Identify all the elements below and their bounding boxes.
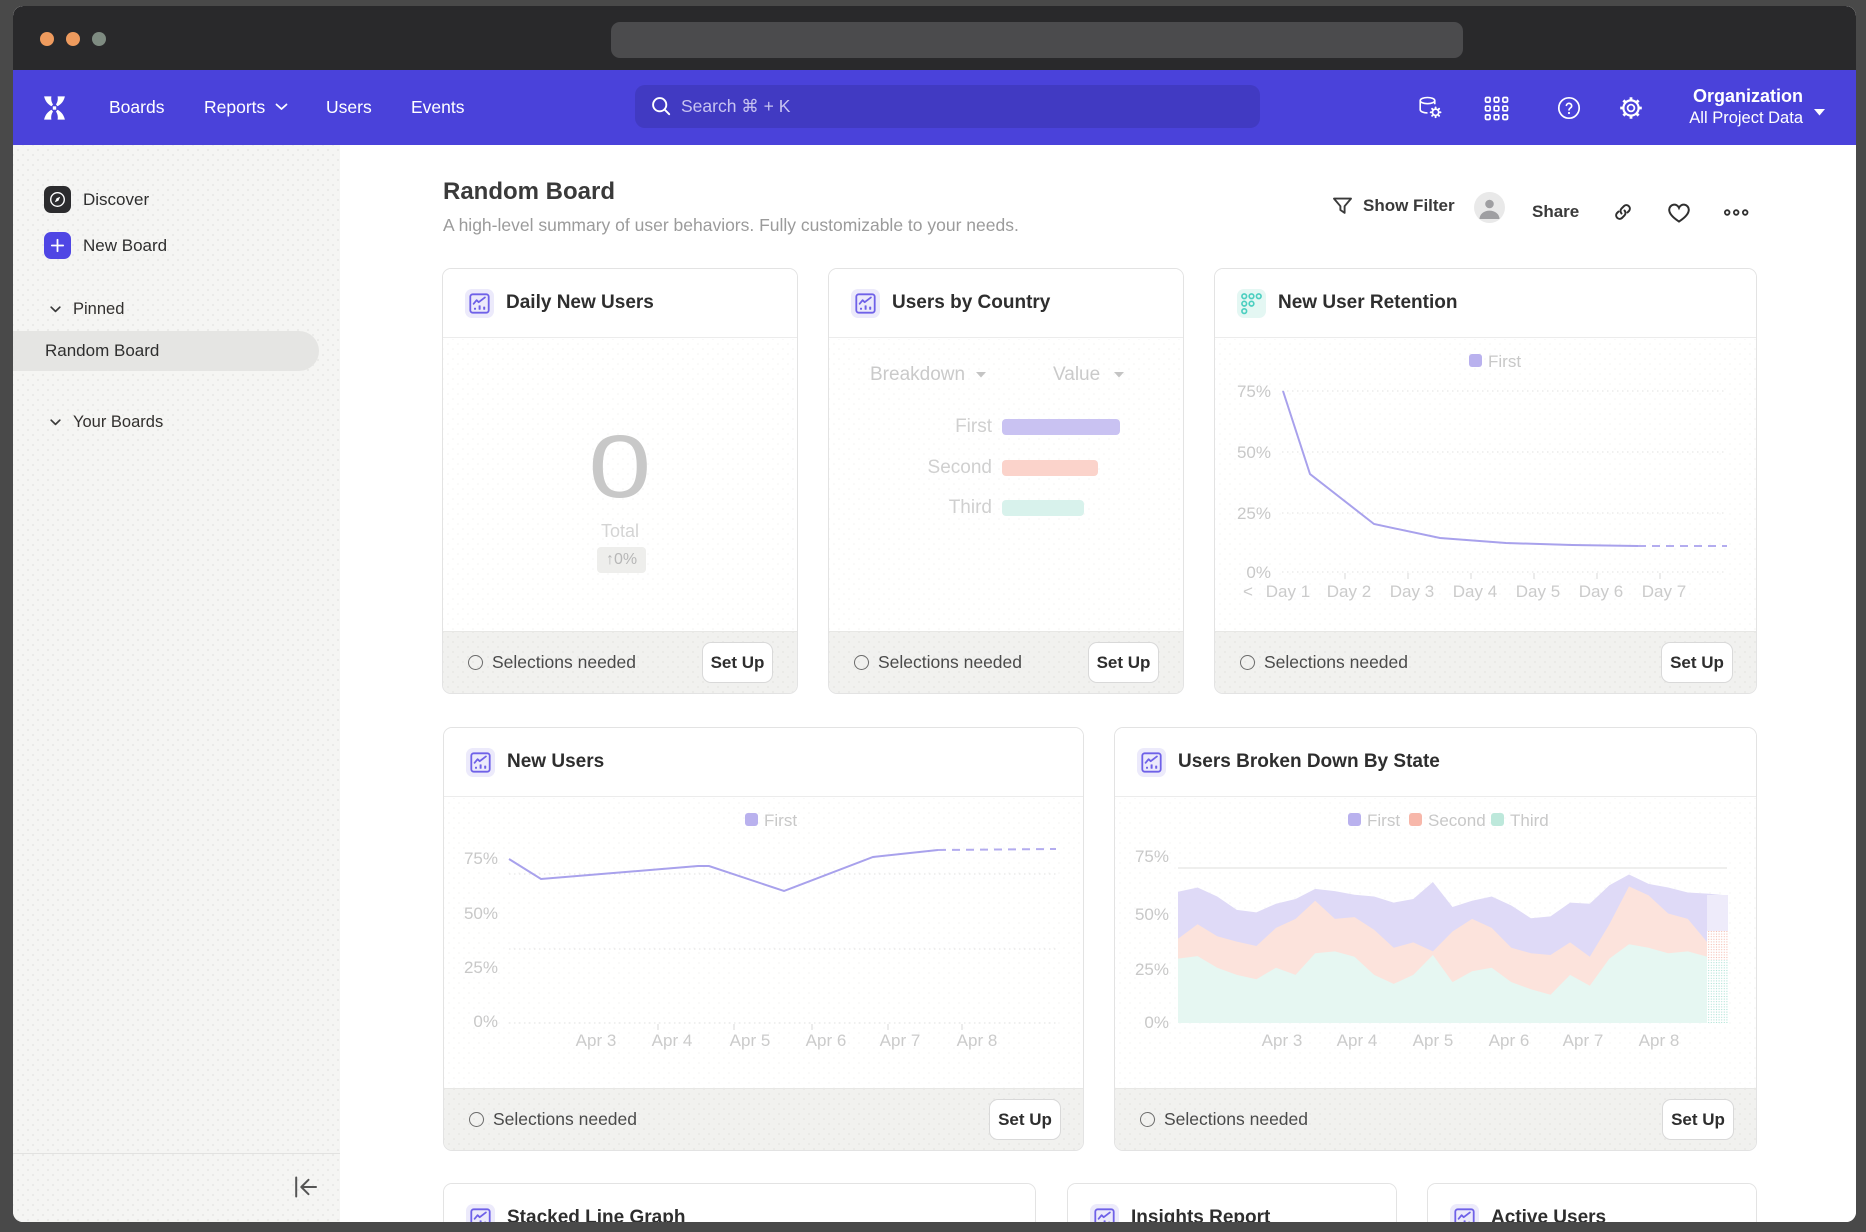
svg-text:<: <: [1243, 582, 1253, 601]
svg-text:Day 5: Day 5: [1516, 582, 1560, 601]
svg-text:Apr 6: Apr 6: [806, 1031, 847, 1050]
svg-text:Day 1: Day 1: [1266, 582, 1310, 601]
svg-text:Apr 7: Apr 7: [880, 1031, 921, 1050]
svg-text:0%: 0%: [1144, 1013, 1169, 1032]
svg-text:Day 7: Day 7: [1642, 582, 1686, 601]
svg-text:0%: 0%: [473, 1012, 498, 1031]
svg-text:25%: 25%: [1237, 504, 1271, 523]
svg-text:Apr 5: Apr 5: [1413, 1031, 1454, 1050]
svg-text:0%: 0%: [1246, 563, 1271, 582]
svg-text:75%: 75%: [1135, 847, 1169, 866]
svg-text:Apr 7: Apr 7: [1563, 1031, 1604, 1050]
svg-text:75%: 75%: [1237, 382, 1271, 401]
svg-text:Apr 8: Apr 8: [1639, 1031, 1680, 1050]
svg-text:75%: 75%: [464, 849, 498, 868]
svg-text:Second: Second: [1428, 811, 1486, 830]
svg-text:Apr 6: Apr 6: [1489, 1031, 1530, 1050]
svg-text:Day 4: Day 4: [1453, 582, 1497, 601]
svg-text:First: First: [1367, 811, 1400, 830]
svg-text:50%: 50%: [1237, 443, 1271, 462]
svg-text:Apr 3: Apr 3: [1262, 1031, 1303, 1050]
svg-text:25%: 25%: [1135, 960, 1169, 979]
svg-text:Third: Third: [1510, 811, 1549, 830]
svg-text:Day 2: Day 2: [1327, 582, 1371, 601]
svg-text:First: First: [1488, 352, 1521, 371]
svg-text:50%: 50%: [464, 904, 498, 923]
svg-text:25%: 25%: [464, 958, 498, 977]
svg-text:50%: 50%: [1135, 905, 1169, 924]
svg-text:Apr 4: Apr 4: [652, 1031, 693, 1050]
svg-text:Apr 8: Apr 8: [957, 1031, 998, 1050]
svg-text:Apr 4: Apr 4: [1337, 1031, 1378, 1050]
svg-text:Day 6: Day 6: [1579, 582, 1623, 601]
svg-text:Apr 3: Apr 3: [576, 1031, 617, 1050]
svg-text:Apr 5: Apr 5: [730, 1031, 771, 1050]
svg-text:First: First: [764, 811, 797, 830]
svg-text:Day 3: Day 3: [1390, 582, 1434, 601]
